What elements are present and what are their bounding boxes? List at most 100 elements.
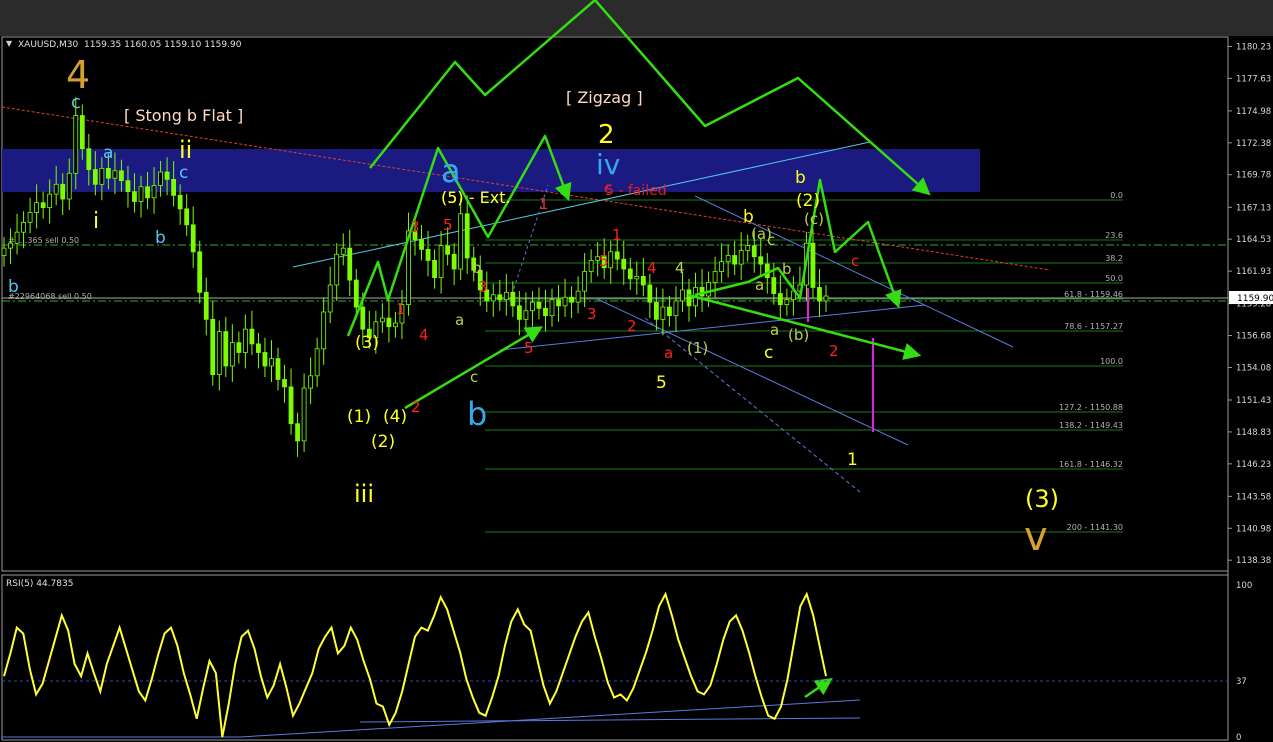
candle-body (627, 268, 633, 280)
candle-body (764, 263, 770, 279)
price-tick-label: 1174.98 (1236, 107, 1271, 117)
candle-body (158, 171, 163, 186)
price-tick-label: 1143.58 (1236, 492, 1271, 502)
candle-body (249, 328, 255, 345)
price-tick-label: 1156.68 (1236, 332, 1271, 342)
wave-label: 5 (443, 216, 453, 234)
collapse-icon[interactable]: ▼ (6, 39, 13, 48)
wave-label: 4 (419, 326, 429, 344)
wave-label: 4 (647, 259, 657, 277)
price-tick-label: 1177.63 (1236, 74, 1271, 84)
candle-body (340, 247, 346, 255)
fib-level-label: 78.6 - 1157.27 (1064, 322, 1123, 331)
candle-body (34, 202, 40, 213)
wave-label: c (470, 368, 478, 386)
candle-body (125, 180, 131, 193)
rsi-tick-label: 37 (1236, 677, 1247, 687)
candle-body (262, 352, 268, 367)
candle-body (503, 291, 509, 301)
candle-body (621, 258, 627, 270)
wave-label: (3) (1025, 485, 1059, 513)
candle-body (458, 213, 464, 270)
candle-body (216, 331, 222, 375)
fib-level-label: 23.6 (1105, 231, 1123, 240)
price-chart[interactable]: 0.023.638.250.061.8 - 1159.4678.6 - 1157… (0, 0, 1273, 742)
wave-label: 2 (829, 342, 839, 360)
price-tick-label: 1146.23 (1236, 460, 1271, 470)
candle-body (510, 291, 516, 307)
symbol-label: XAUUSD,M30 (18, 40, 78, 50)
candle-body (647, 284, 653, 303)
candle-body (14, 231, 20, 244)
annotation-failed: 5 - failed (605, 183, 667, 199)
candle-body (301, 387, 307, 442)
candle-body (269, 358, 274, 367)
wave-label: 1 (612, 226, 622, 244)
wave-label: 3 (587, 305, 597, 323)
wave-label: b (472, 259, 482, 277)
candle-body (210, 318, 216, 375)
candle-body (445, 245, 451, 255)
wave-label: iii (354, 480, 374, 508)
candle-body (543, 307, 548, 317)
candle-body (334, 253, 340, 286)
candle-body (229, 342, 235, 367)
wave-label: (1) (347, 407, 371, 427)
candle-body (27, 212, 33, 223)
candle-body (425, 248, 431, 261)
candle-body (203, 291, 209, 320)
candle-body (288, 386, 294, 425)
price-tick-label: 1169.78 (1236, 171, 1271, 181)
candle-body (314, 348, 320, 377)
wave-label: c (851, 252, 859, 270)
wave-label: 1 (847, 450, 858, 470)
wave-label: 4 (675, 259, 685, 277)
fib-level-label: 138.2 - 1149.43 (1059, 421, 1123, 430)
wave-label: b (467, 395, 487, 433)
candle-body (575, 290, 581, 303)
candle-body (47, 193, 53, 209)
candle-body (60, 183, 66, 200)
order-lines: #2...365 sell 0.50 #22964068 sell 0.50 (2, 236, 1228, 302)
candle-body (379, 317, 385, 323)
candle-body (282, 379, 287, 388)
candle-body (556, 299, 561, 307)
candle-body (673, 300, 679, 317)
candle-body (92, 169, 98, 185)
candle-body (21, 221, 26, 233)
wave-label: b (795, 168, 806, 188)
candle-body (653, 301, 659, 320)
wave-label: 5 (524, 339, 534, 357)
candle-body (112, 170, 118, 179)
candle-body (582, 271, 588, 292)
price-tick-label: 1151.43 (1236, 396, 1271, 406)
wave-label: b (155, 228, 166, 248)
rsi-panel-frame (1, 574, 1229, 741)
candle-body (184, 208, 190, 226)
wave-label: a (441, 152, 461, 190)
wave-label: c (179, 163, 188, 183)
candle-body (732, 255, 738, 265)
wave-label: b (743, 207, 754, 227)
candle-body (530, 301, 535, 312)
rsi-tick-label: 0 (1236, 733, 1241, 742)
price-tick-label: 1154.08 (1236, 363, 1271, 373)
price-tick-label: 1161.93 (1236, 267, 1271, 277)
wave-label: c (767, 231, 775, 249)
candle-body (686, 289, 692, 307)
wave-label: 2 (627, 317, 637, 335)
candle-body (536, 301, 542, 309)
candle-body (432, 260, 437, 279)
candle-body (725, 255, 731, 263)
price-tick-label: 1138.38 (1236, 556, 1271, 566)
candle-body (242, 328, 248, 353)
candle-body (86, 148, 92, 170)
candle-body (295, 423, 300, 442)
candle-body (523, 310, 529, 320)
wave-label: iv (596, 148, 620, 181)
candle-body (751, 245, 757, 258)
candle-body (419, 239, 424, 250)
wave-label: c (764, 343, 773, 363)
candle-body (40, 202, 46, 209)
fib-level-label: 161.8 - 1146.32 (1059, 460, 1123, 469)
